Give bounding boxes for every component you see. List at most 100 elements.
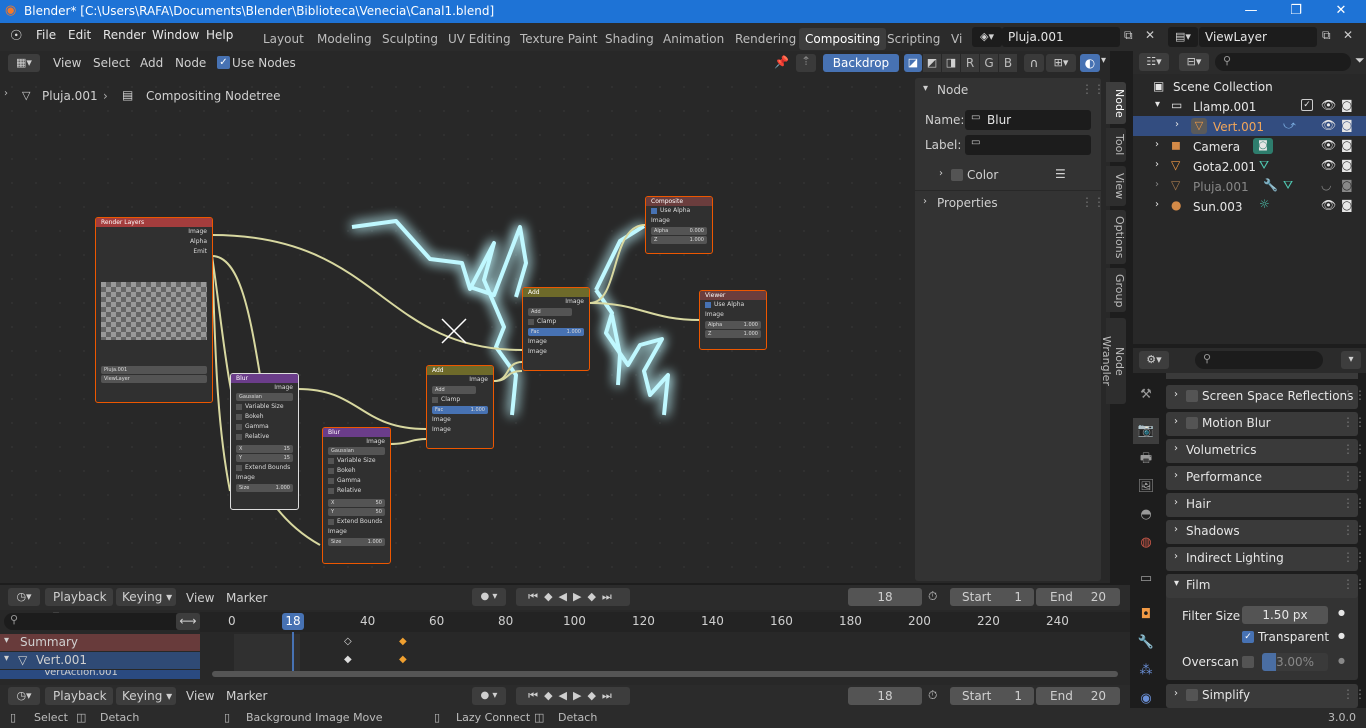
motion-blur-checkbox[interactable]: [1186, 417, 1198, 429]
use-nodes-checkbox[interactable]: ✓: [217, 56, 230, 69]
maximize-icon[interactable]: ❐: [1273, 0, 1319, 23]
eye-icon[interactable]: 👁: [1321, 158, 1336, 172]
outliner-item-sun[interactable]: › ● Sun.003 ☼ 👁 ◙: [1133, 196, 1366, 216]
sidebar-tab-view[interactable]: View: [1106, 166, 1126, 206]
add-node-2[interactable]: Add Image Add Clamp Fac 1.000 Image Image: [522, 287, 590, 371]
label-field[interactable]: [965, 135, 1091, 155]
backdrop-alpha-icon[interactable]: ◩: [923, 54, 941, 72]
simplify-checkbox[interactable]: [1186, 689, 1198, 701]
camera-render-icon[interactable]: ◙: [1341, 178, 1353, 192]
chevron-right-icon[interactable]: ›: [1155, 179, 1159, 190]
filter-icon[interactable]: ⏷: [1355, 53, 1365, 68]
outliner-search-input[interactable]: ⚲: [1215, 53, 1351, 71]
outliner-item-camera[interactable]: › ◼ Camera ◙ 👁 ◙: [1133, 136, 1366, 156]
z-field[interactable]: Z 1.000: [651, 236, 707, 244]
opt-use-alpha[interactable]: Use Alpha: [714, 301, 744, 308]
channel-search-input[interactable]: ⚲: [4, 613, 200, 630]
copy-viewlayer-icon[interactable]: ⧉: [1322, 28, 1331, 43]
ssr-checkbox[interactable]: [1186, 390, 1198, 402]
opt-extend-bounds[interactable]: Extend Bounds: [337, 518, 382, 525]
end-frame-field[interactable]: End 20: [1036, 687, 1120, 705]
animate-dot-icon[interactable]: ●: [1338, 608, 1345, 617]
camera-render-icon[interactable]: ◙: [1341, 158, 1353, 172]
y-field[interactable]: Y 15: [236, 454, 293, 462]
output-tab-icon[interactable]: 🖶: [1133, 446, 1159, 472]
tab-sculpting[interactable]: Sculpting: [382, 32, 438, 46]
channel-vert[interactable]: ▾ ▽ Vert.001: [0, 652, 200, 669]
opt-relative[interactable]: Relative: [245, 433, 269, 440]
x-field[interactable]: X 50: [328, 499, 385, 507]
opt-use-alpha[interactable]: Use Alpha: [660, 207, 690, 214]
collection-tab-icon[interactable]: ▭: [1133, 566, 1159, 592]
opt-bokeh[interactable]: Bokeh: [245, 413, 264, 420]
sidebar-tab-group[interactable]: Group: [1106, 268, 1126, 312]
editor-type-icon[interactable]: ◷▾: [8, 588, 40, 606]
scene-field[interactable]: Pluja.001: [1002, 27, 1120, 47]
filter-type[interactable]: Gaussian: [328, 447, 385, 455]
chevron-right-icon[interactable]: ›: [1155, 139, 1159, 150]
chevron-right-icon[interactable]: ›: [1175, 119, 1179, 130]
pin-icon[interactable]: 📌: [774, 55, 789, 69]
keyframe-selected-icon[interactable]: ◆: [399, 636, 407, 647]
editor-type-icon[interactable]: ⚙▾: [1139, 351, 1169, 369]
menu-select[interactable]: Select: [93, 56, 130, 70]
playback-controls[interactable]: ⏮◆◀▶◆⏭: [516, 588, 630, 606]
size-field[interactable]: Size 1.000: [328, 538, 385, 546]
viewlayer-selector-icon[interactable]: ▤▾: [1168, 27, 1198, 47]
fac-field[interactable]: Fac 1.000: [528, 328, 584, 336]
outliner-item-llamp[interactable]: ▾ ▭ Llamp.001 ✓ 👁 ◙: [1133, 96, 1366, 116]
snap-target-icon[interactable]: ⊞▾: [1046, 54, 1076, 72]
panel-performance[interactable]: › Performance ⋮⋮: [1166, 466, 1366, 490]
color-checkbox[interactable]: [951, 169, 963, 181]
eye-closed-icon[interactable]: ◡: [1321, 178, 1331, 192]
close-icon[interactable]: ✕: [1318, 0, 1364, 23]
filter-type[interactable]: Gaussian: [236, 393, 293, 401]
opt-gamma[interactable]: Gamma: [337, 477, 361, 484]
menu-file[interactable]: File: [36, 28, 56, 42]
particles-tab-icon[interactable]: ⁂: [1133, 658, 1159, 684]
frame-ruler[interactable]: 0 18 40 60 80 100 120 140 160 180 200 22…: [200, 612, 1130, 632]
keyframe-selected-icon[interactable]: ◆: [399, 654, 407, 665]
snap-icon[interactable]: ∩: [1024, 54, 1044, 72]
y-field[interactable]: Y 50: [328, 508, 385, 516]
playback-menu[interactable]: Playback ▾: [45, 687, 113, 721]
z-field[interactable]: Z 1.000: [705, 330, 761, 338]
panel-shadows[interactable]: › Shadows ⋮⋮: [1166, 520, 1366, 544]
filter-size-field[interactable]: 1.50 px: [1242, 606, 1328, 624]
record-icon[interactable]: ● ▾: [472, 588, 506, 606]
object-tab-icon[interactable]: ◘: [1133, 602, 1159, 628]
fac-field[interactable]: Fac 1.000: [432, 406, 488, 414]
panel-simplify[interactable]: › Simplify ⋮⋮: [1166, 684, 1366, 708]
panel-motion-blur[interactable]: › Motion Blur ⋮⋮: [1166, 412, 1366, 436]
modifier-tab-icon[interactable]: 🔧: [1133, 630, 1159, 656]
channel-r[interactable]: R: [961, 54, 979, 72]
viewlayer-field[interactable]: ViewLayer: [1199, 27, 1317, 47]
channel-b[interactable]: B: [999, 54, 1017, 72]
blend-mode[interactable]: Add: [528, 308, 572, 316]
layer-select[interactable]: ViewLayer: [101, 375, 207, 383]
transparent-checkbox[interactable]: ✓: [1242, 631, 1254, 643]
minimize-icon[interactable]: —: [1228, 0, 1274, 23]
scene-tab-icon[interactable]: ◓: [1133, 502, 1159, 528]
eye-icon[interactable]: 👁: [1321, 198, 1336, 212]
animate-dot-icon[interactable]: ●: [1338, 656, 1345, 665]
panel-screen-space-reflections[interactable]: › Screen Space Reflections ⋮⋮: [1166, 385, 1366, 409]
view-layer-tab-icon[interactable]: 🖼: [1133, 474, 1159, 500]
sidebar-tab-node-wrangler[interactable]: Node Wrangler: [1100, 318, 1126, 404]
tab-scripting[interactable]: Scripting: [887, 32, 940, 46]
opt-relative[interactable]: Relative: [337, 487, 361, 494]
marker-menu[interactable]: Marker: [226, 591, 267, 605]
eye-icon[interactable]: 👁: [1321, 118, 1336, 132]
opt-clamp[interactable]: Clamp: [441, 396, 460, 403]
options-dropdown-icon[interactable]: ▾: [1341, 351, 1361, 369]
opt-extend-bounds[interactable]: Extend Bounds: [245, 464, 290, 471]
blender-menu-icon[interactable]: ☉: [10, 28, 23, 44]
properties-search-input[interactable]: ⚲: [1195, 351, 1323, 369]
opt-variable-size[interactable]: Variable Size: [337, 457, 376, 464]
opt-bokeh[interactable]: Bokeh: [337, 467, 356, 474]
record-icon[interactable]: ● ▾: [472, 687, 506, 705]
drag-handle-icon[interactable]: ⋮⋮: [1081, 195, 1105, 209]
chevron-right-icon[interactable]: ›: [939, 168, 943, 179]
remove-scene-icon[interactable]: ✕: [1145, 28, 1155, 42]
node-panel-header[interactable]: ▾ Node ⋮⋮: [915, 78, 1105, 102]
